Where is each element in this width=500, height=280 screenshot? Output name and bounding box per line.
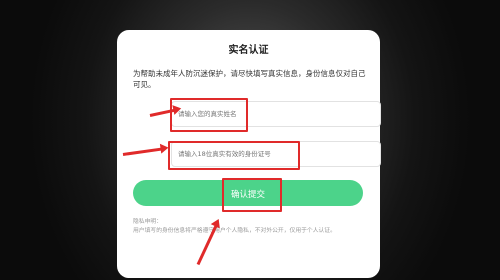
annotation-box-submit (222, 178, 282, 212)
privacy-text: 用户填写的身份信息将严格遵守用户个人隐私，不对外公开，仅用于个人认证。 (133, 227, 336, 234)
annotation-box-name (170, 98, 248, 132)
annotation-box-id (168, 141, 300, 170)
privacy-title: 隐私申明： (133, 219, 162, 225)
dialog-title: 实名认证 (228, 45, 269, 56)
notice-text: 为帮助未成年人防沉迷保护，请尽快填写真实信息，身份信息仅对自己可见。 (133, 69, 366, 89)
privacy-statement: 隐私申明： 用户填写的身份信息将严格遵守用户个人隐私，不对外公开，仅用于个人认证… (133, 218, 369, 235)
screen-background: 实名认证 为帮助未成年人防沉迷保护，请尽快填写真实信息，身份信息仅对自己可见。 … (0, 0, 500, 280)
name-row (133, 101, 381, 127)
